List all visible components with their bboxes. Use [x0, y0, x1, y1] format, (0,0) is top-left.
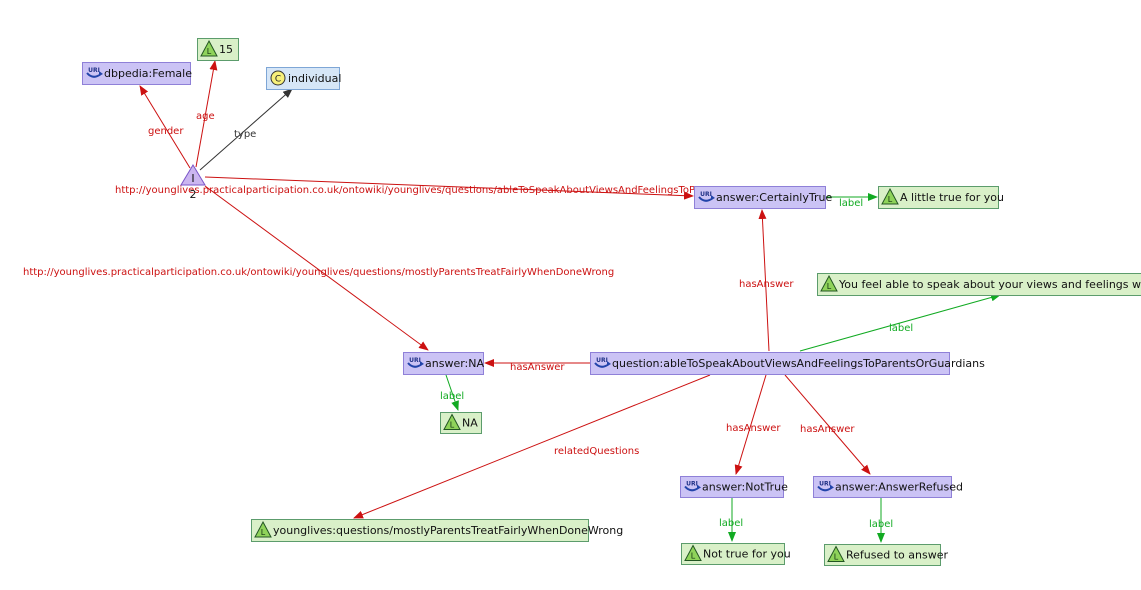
rdf-graph: http://younglives.practicalparticipation…: [23, 38, 1141, 566]
svg-text:URI: URI: [596, 357, 608, 364]
svg-text:URI: URI: [409, 357, 421, 364]
svg-text:L: L: [450, 421, 455, 430]
edge-label: http://younglives.practicalparticipation…: [23, 267, 614, 278]
node-label: answer:CertainlyTrue: [716, 191, 832, 204]
node-question[interactable]: URI question:ableToSpeakAboutViewsAndFeel…: [590, 352, 986, 375]
node-nottruelit[interactable]: L Not true for you: [681, 543, 791, 565]
node-label: Not true for you: [703, 548, 791, 561]
node-individual[interactable]: Cindividual: [266, 67, 342, 90]
node-mostly[interactable]: Lyounglives:questions/mostlyParentsTreat…: [251, 519, 624, 542]
node-label: NA: [462, 417, 478, 430]
node-female[interactable]: URI dbpedia:Female: [82, 62, 193, 85]
edge-label: label: [889, 323, 913, 334]
node-label: answer:NA: [425, 357, 484, 370]
node-label: question:ableToSpeakAboutViewsAndFeeling…: [612, 357, 985, 370]
node-label: 15: [219, 43, 233, 56]
svg-text:L: L: [827, 282, 832, 291]
svg-text:URI: URI: [88, 67, 100, 74]
edge-label: label: [719, 518, 743, 529]
node-label: A little true for you: [900, 191, 1004, 204]
node-label: dbpedia:Female: [104, 67, 192, 80]
edge-label: hasAnswer: [739, 279, 794, 290]
node-label: You feel able to speak about your views …: [838, 278, 1141, 291]
edge-label: age: [196, 111, 215, 122]
edge-label: label: [869, 519, 893, 530]
node-na[interactable]: URI answer:NA: [403, 352, 485, 375]
svg-text:C: C: [275, 75, 281, 85]
node-youfeel[interactable]: L You feel able to speak about your views…: [817, 273, 1141, 296]
blank-node-count: 2: [190, 188, 197, 201]
svg-text:L: L: [888, 195, 893, 204]
edge-label: hasAnswer: [726, 423, 781, 434]
svg-text:URI: URI: [819, 481, 831, 488]
node-label: answer:NotTrue: [702, 481, 788, 494]
edge-label: relatedQuestions: [554, 446, 639, 457]
svg-text:URI: URI: [700, 191, 712, 198]
class-icon: C: [270, 70, 286, 86]
node-age[interactable]: L 15: [197, 38, 239, 61]
node-label: younglives:questions/mostlyParentsTreatF…: [273, 524, 623, 537]
node-nalit[interactable]: L NA: [440, 412, 482, 434]
edge-label: type: [234, 129, 256, 140]
node-little[interactable]: L A little true for you: [878, 186, 1004, 209]
svg-text:L: L: [691, 552, 696, 561]
blank-node-glyph: I: [191, 172, 194, 185]
svg-text:L: L: [261, 528, 266, 537]
edge-label: http://younglives.practicalparticipation…: [115, 185, 701, 196]
node-label: individual: [288, 72, 341, 85]
node-nottrue[interactable]: URI answer:NotTrue: [680, 476, 789, 498]
node-label: answer:AnswerRefused: [835, 481, 963, 494]
svg-text:URI: URI: [686, 481, 698, 488]
node-label: Refused to answer: [846, 549, 948, 562]
node-refusedlit[interactable]: L Refused to answer: [824, 544, 949, 566]
edge-label: hasAnswer: [800, 424, 855, 435]
node-refused[interactable]: URI answer:AnswerRefused: [813, 476, 964, 498]
edge-label: gender: [148, 126, 184, 137]
edge-label: hasAnswer: [510, 362, 565, 373]
node-certainly[interactable]: URI answer:CertainlyTrue: [694, 186, 833, 209]
svg-text:L: L: [207, 47, 212, 56]
svg-text:L: L: [834, 553, 839, 562]
edge-label: label: [839, 198, 863, 209]
edge-label: label: [440, 391, 464, 402]
edge-question-mostly[interactable]: [353, 374, 711, 519]
